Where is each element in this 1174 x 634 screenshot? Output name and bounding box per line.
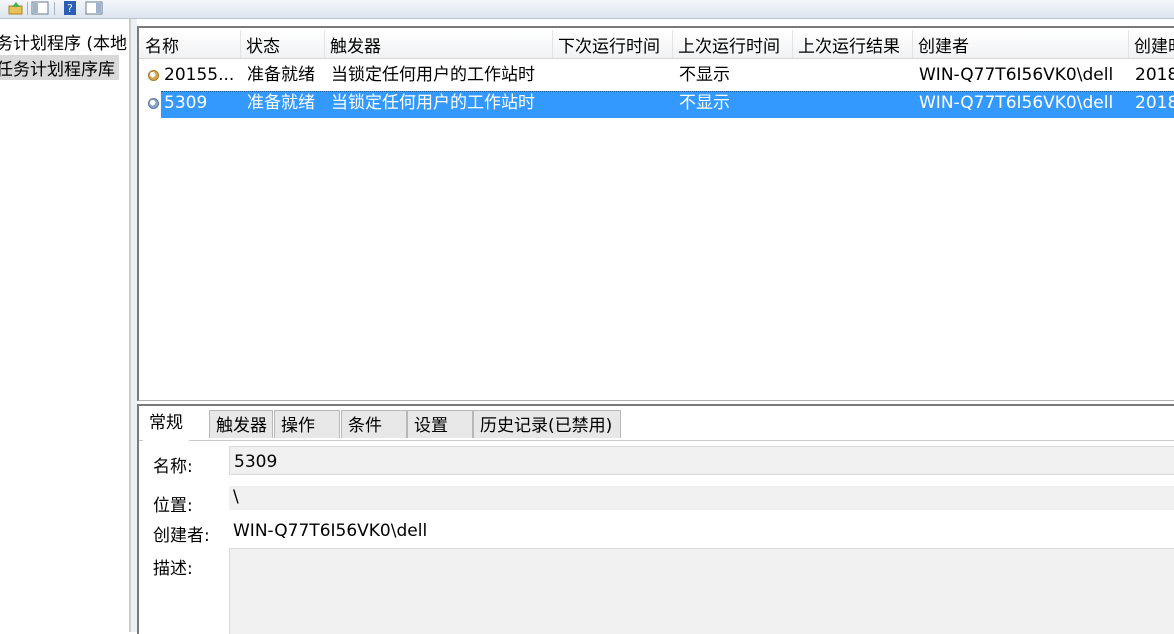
clock-icon [148, 70, 159, 81]
tree-item-task-scheduler-library[interactable]: 任务计划程序库 [0, 55, 119, 80]
row-trigger: 当锁定任何用户的工作站时 [331, 65, 535, 85]
column-header-last-run[interactable]: 上次运行时间 [672, 30, 793, 58]
table-row-selected[interactable]: 5309 准备就绪 当锁定任何用户的工作站时 不显示 WIN-Q77T6I56V… [139, 90, 1174, 118]
tab-triggers[interactable]: 触发器 [209, 410, 273, 438]
row-status: 准备就绪 [247, 65, 315, 85]
help-icon[interactable]: ? [60, 0, 80, 16]
description-field[interactable] [229, 548, 1174, 634]
column-header-status[interactable]: 状态 [240, 30, 325, 58]
tab-settings[interactable]: 设置 [407, 410, 473, 438]
tab-general[interactable]: 常规 [143, 408, 189, 441]
tab-actions[interactable]: 操作 [274, 410, 340, 438]
pane-splitter[interactable] [130, 19, 137, 632]
show-hide-tree-icon[interactable] [30, 0, 50, 16]
row-created: 2018 [1135, 93, 1174, 113]
detail-tabs: 常规 触发器 操作 条件 设置 历史记录(已禁用) [139, 406, 1174, 441]
svg-text:?: ? [67, 2, 73, 15]
tab-history-disabled[interactable]: 历史记录(已禁用) [473, 410, 621, 438]
column-header-name[interactable]: 名称 [139, 30, 241, 58]
show-hide-action-pane-icon[interactable] [84, 0, 104, 16]
name-label: 名称: [153, 457, 193, 477]
column-header-trigger[interactable]: 触发器 [324, 30, 553, 58]
column-header-author[interactable]: 创建者 [912, 30, 1129, 58]
row-last-run: 不显示 [679, 65, 730, 85]
row-trigger: 当锁定任何用户的工作站时 [331, 93, 535, 113]
row-author: WIN-Q77T6I56VK0\dell [919, 65, 1114, 85]
location-label: 位置: [153, 496, 193, 516]
name-field[interactable]: 5309 [229, 446, 1174, 475]
author-field[interactable]: WIN-Q77T6I56VK0\dell [229, 516, 1174, 545]
location-field[interactable]: \ [229, 486, 1174, 510]
row-created: 2018 [1135, 65, 1174, 85]
table-row[interactable]: 20155... 准备就绪 当锁定任何用户的工作站时 不显示 WIN-Q77T6… [139, 62, 1174, 89]
column-header-last-result[interactable]: 上次运行结果 [792, 30, 913, 58]
tab-conditions[interactable]: 条件 [341, 410, 407, 438]
toolbar: ? [0, 0, 1174, 19]
row-last-run: 不显示 [679, 93, 730, 113]
clock-icon [148, 98, 159, 109]
list-header: 名称 状态 触发器 下次运行时间 上次运行时间 上次运行结果 创建者 创建时 [139, 30, 1174, 59]
navigation-tree: 务计划程序 (本地 任务计划程序库 [0, 19, 130, 632]
row-status: 准备就绪 [247, 93, 315, 113]
task-detail-pane: 常规 触发器 操作 条件 设置 历史记录(已禁用) 名称: 5309 位置: \… [137, 404, 1174, 634]
row-author: WIN-Q77T6I56VK0\dell [919, 93, 1114, 113]
task-list: 名称 状态 触发器 下次运行时间 上次运行时间 上次运行结果 创建者 创建时 2… [137, 26, 1174, 401]
column-header-next-run[interactable]: 下次运行时间 [552, 30, 673, 58]
author-label: 创建者: [153, 526, 210, 546]
row-name: 5309 [164, 93, 208, 113]
column-header-created[interactable]: 创建时 [1128, 30, 1174, 58]
tree-item-task-scheduler-local[interactable]: 务计划程序 (本地 [0, 29, 127, 54]
row-name: 20155... [164, 65, 235, 85]
description-label: 描述: [153, 559, 193, 579]
folder-up-icon[interactable] [6, 0, 26, 16]
